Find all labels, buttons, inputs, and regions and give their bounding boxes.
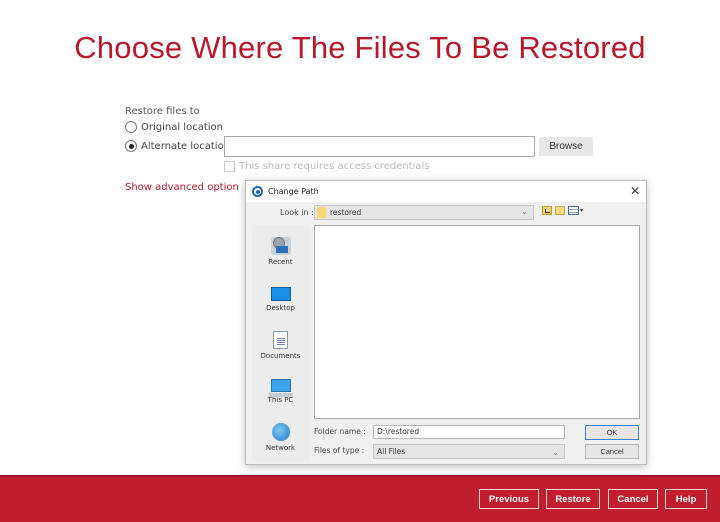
radio-original-location[interactable]: Original location (125, 121, 223, 133)
restore-button[interactable]: Restore (546, 489, 600, 509)
dialog-cancel-button[interactable]: Cancel (585, 444, 639, 459)
ok-button[interactable]: OK (585, 425, 639, 440)
place-label: Desktop (266, 304, 295, 312)
credentials-checkbox-row[interactable]: This share requires access credentials (224, 161, 430, 172)
new-folder-icon[interactable] (555, 206, 565, 215)
restore-files-label: Restore files to (125, 106, 200, 117)
place-label: Recent (268, 258, 293, 266)
chevron-down-icon: ⌄ (552, 448, 559, 457)
computer-icon (268, 379, 293, 397)
previous-button[interactable]: Previous (479, 489, 539, 509)
chevron-down-icon: ⌄ (521, 207, 528, 216)
help-button[interactable]: Help (665, 489, 707, 509)
radio-button[interactable] (125, 140, 137, 152)
look-in-value: restored (330, 208, 362, 217)
dialog-toolbar: ▾ (542, 206, 583, 215)
view-dropdown-arrow-icon[interactable]: ▾ (580, 207, 583, 214)
app-logo-icon (252, 186, 263, 197)
look-in-select[interactable]: restored ⌄ (314, 205, 534, 220)
places-bar: Recent Desktop Documents This PC Network (252, 225, 309, 461)
recent-icon (270, 237, 291, 255)
look-in-label: Look in : (280, 208, 314, 217)
place-label: Documents (260, 352, 301, 360)
folder-name-label: Folder name : (314, 427, 366, 436)
place-label: This PC (267, 396, 294, 404)
change-path-dialog: Change Path ✕ Look in : restored ⌄ ▾ Rec… (245, 180, 647, 465)
folder-name-input[interactable]: D:\restored (373, 425, 565, 439)
radio-button[interactable] (125, 121, 137, 133)
radio-alternate-location[interactable]: Alternate location (125, 140, 230, 152)
file-list-pane[interactable] (314, 225, 640, 419)
files-of-type-label: Files of type : (314, 446, 365, 455)
documents-icon (273, 331, 288, 349)
alternate-path-input[interactable] (224, 136, 535, 157)
browse-button[interactable]: Browse (539, 137, 593, 156)
up-folder-icon[interactable] (542, 206, 552, 215)
place-label: Network (265, 444, 296, 452)
close-icon[interactable]: ✕ (630, 184, 640, 198)
place-recent[interactable]: Recent (252, 237, 309, 266)
credentials-checkbox[interactable] (224, 161, 235, 172)
view-menu-icon[interactable] (568, 206, 579, 215)
files-of-type-select[interactable]: All Files ⌄ (373, 444, 565, 459)
place-documents[interactable]: Documents (252, 331, 309, 360)
footer-bar: Previous Restore Cancel Help (0, 475, 720, 522)
page-title: Choose Where The Files To Be Restored (74, 30, 646, 65)
folder-icon (317, 207, 326, 218)
dialog-titlebar[interactable]: Change Path ✕ (246, 181, 646, 202)
show-advanced-option-link[interactable]: Show advanced option (125, 182, 239, 193)
dialog-title: Change Path (268, 187, 319, 196)
radio-label: Alternate location (141, 140, 231, 152)
network-icon (271, 423, 290, 441)
radio-label: Original location (141, 121, 223, 133)
credentials-label: This share requires access credentials (239, 161, 430, 172)
cancel-button[interactable]: Cancel (608, 489, 658, 509)
place-desktop[interactable]: Desktop (252, 284, 309, 312)
restore-page: Choose Where The Files To Be Restored Re… (0, 0, 720, 522)
place-network[interactable]: Network (252, 423, 309, 452)
place-this-pc[interactable]: This PC (252, 377, 309, 404)
desktop-icon (270, 287, 291, 301)
files-of-type-value: All Files (377, 447, 406, 456)
